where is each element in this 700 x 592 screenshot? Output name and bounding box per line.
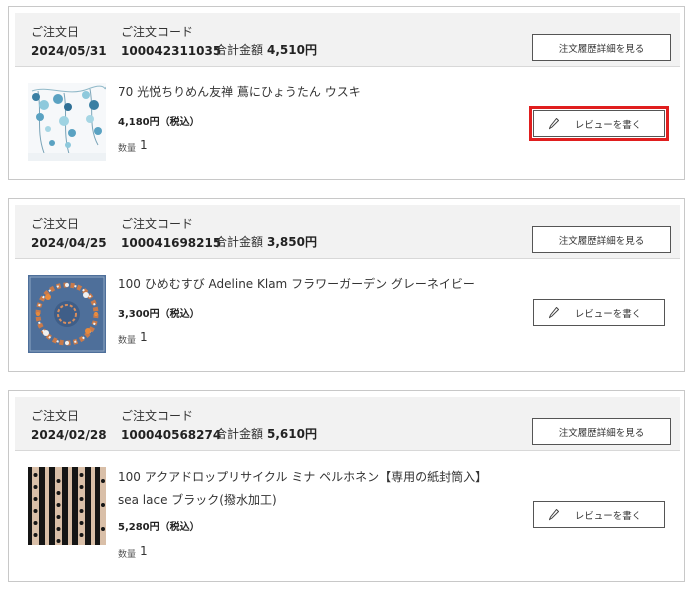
order-code-label: ご注文コード xyxy=(121,25,194,39)
write-review-label: レビューを書く xyxy=(574,308,642,320)
order-code-label: ご注文コード xyxy=(121,217,194,231)
product-name[interactable]: 100 ひめむすび Adeline Klam フラワーガーデン グレーネイビー xyxy=(118,273,513,296)
quantity-value: 1 xyxy=(140,138,148,152)
pencil-icon xyxy=(549,307,559,319)
pencil-icon xyxy=(549,509,559,521)
total-amount: 5,610円 xyxy=(267,427,317,441)
order-code: 100040568274 xyxy=(121,428,222,442)
order-date-label: ご注文日 xyxy=(31,217,80,231)
order-date: 2024/04/25 xyxy=(31,236,107,250)
product-thumbnail[interactable] xyxy=(28,275,106,353)
order-date: 2024/05/31 xyxy=(31,44,107,58)
order-header: ご注文日 2024/04/25 ご注文コード 100041698215 合計金額… xyxy=(15,205,680,259)
total-amount: 4,510円 xyxy=(267,43,317,57)
quantity-label: 数量 xyxy=(118,550,137,560)
product-image xyxy=(28,467,106,545)
order-code-label: ご注文コード xyxy=(121,409,194,423)
write-review-button[interactable]: レビューを書く xyxy=(533,501,665,528)
product-name[interactable]: 70 光悦ちりめん友禅 蔦にひょうたん ウスキ xyxy=(118,81,513,104)
write-review-button[interactable]: レビューを書く xyxy=(533,299,665,326)
order-date-label: ご注文日 xyxy=(31,409,80,423)
order-code: 100042311035 xyxy=(121,44,222,58)
order-header: ご注文日 2024/02/28 ご注文コード 100040568274 合計金額… xyxy=(15,397,680,451)
view-order-detail-button[interactable]: 注文履歴詳細を見る xyxy=(532,34,671,61)
highlight-box xyxy=(529,106,669,141)
total-label: 合計金額 xyxy=(215,235,264,249)
order-card: ご注文日 2024/04/25 ご注文コード 100041698215 合計金額… xyxy=(8,198,685,372)
product-price: 3,300円（税込） xyxy=(118,309,200,320)
total-amount: 3,850円 xyxy=(267,235,317,249)
view-order-detail-button[interactable]: 注文履歴詳細を見る xyxy=(532,226,671,253)
product-image xyxy=(28,83,106,161)
product-image xyxy=(28,275,106,353)
view-order-detail-button[interactable]: 注文履歴詳細を見る xyxy=(532,418,671,445)
order-header: ご注文日 2024/05/31 ご注文コード 100042311035 合計金額… xyxy=(15,13,680,67)
order-date: 2024/02/28 xyxy=(31,428,107,442)
quantity-label: 数量 xyxy=(118,144,137,154)
product-price: 5,280円（税込） xyxy=(118,522,200,533)
quantity-label: 数量 xyxy=(118,336,137,346)
total-label: 合計金額 xyxy=(215,43,264,57)
product-thumbnail[interactable] xyxy=(28,83,106,161)
order-code: 100041698215 xyxy=(121,236,222,250)
order-card: ご注文日 2024/02/28 ご注文コード 100040568274 合計金額… xyxy=(8,390,685,582)
total-label: 合計金額 xyxy=(215,427,264,441)
quantity-value: 1 xyxy=(140,544,148,558)
write-review-label: レビューを書く xyxy=(574,510,642,522)
product-name[interactable]: 100 アクアドロップリサイクル ミナ ペルホネン【専用の紙封筒入】sea la… xyxy=(118,466,508,512)
order-card: ご注文日 2024/05/31 ご注文コード 100042311035 合計金額… xyxy=(8,6,685,180)
product-price: 4,180円（税込） xyxy=(118,117,200,128)
product-thumbnail[interactable] xyxy=(28,467,106,545)
order-date-label: ご注文日 xyxy=(31,25,80,39)
quantity-value: 1 xyxy=(140,330,148,344)
